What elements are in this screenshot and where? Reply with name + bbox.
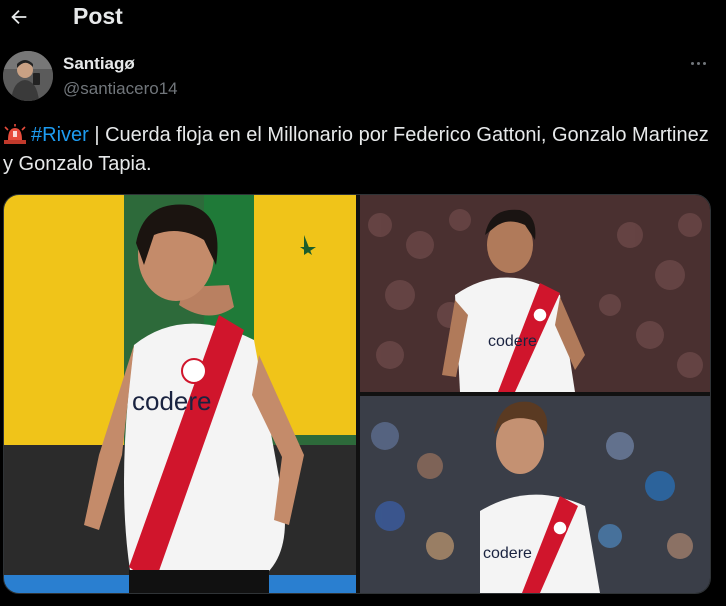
photo-player-1[interactable]: codere [4,195,356,593]
author-handle[interactable]: @santiacero14 [63,79,178,99]
author-name[interactable]: Santiagø [63,54,135,74]
photo-player-3[interactable]: codere [360,396,710,593]
avatar[interactable] [3,51,53,101]
sponsor-logo-text-2: codere [488,333,537,350]
sponsor-logo-text-3: codere [483,545,532,562]
top-bar: Post [0,0,726,36]
tweet-body: | Cuerda floja en el Millonario por Fede… [3,124,709,175]
photo-player-2[interactable]: codere [360,195,710,392]
more-options-icon [690,61,694,65]
hashtag-link[interactable]: #River [31,124,89,146]
back-button[interactable] [6,4,32,30]
sponsor-logo-text: codere [132,386,212,416]
more-options-button[interactable] [685,55,711,71]
siren-emoji-icon [4,124,26,144]
back-arrow-icon [11,9,27,25]
tweet-text: #River | Cuerda floja en el Millonario p… [3,121,718,179]
media-grid: codere codere codere [3,194,711,594]
page-title: Post [73,3,123,29]
